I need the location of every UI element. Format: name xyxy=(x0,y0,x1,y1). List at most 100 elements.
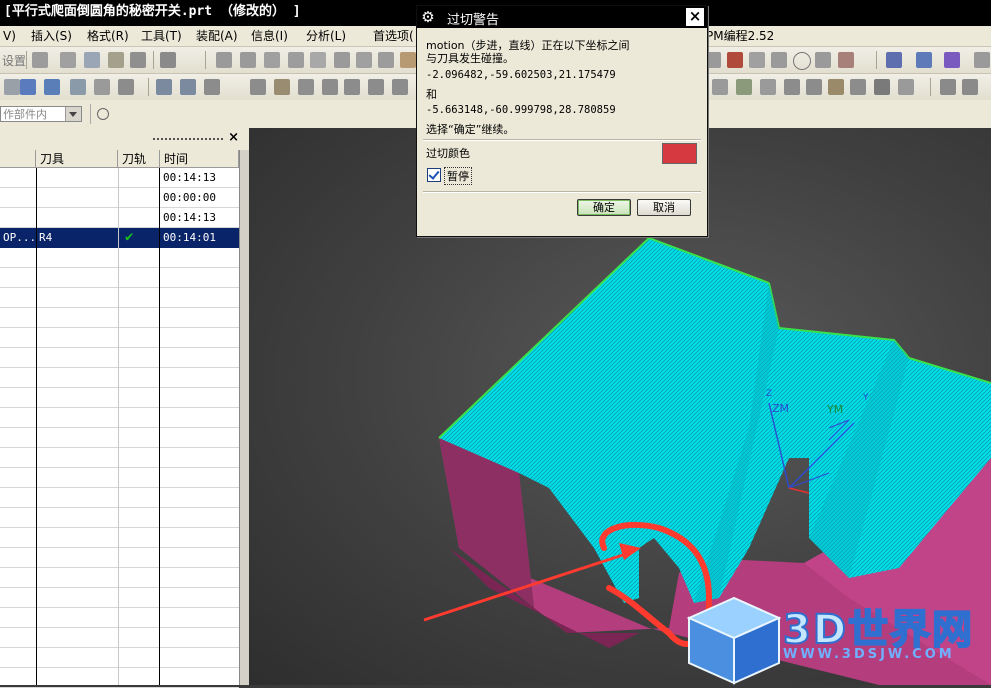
zoom-icon[interactable] xyxy=(20,79,36,95)
close-icon[interactable]: × xyxy=(686,8,704,26)
pause-checkbox[interactable] xyxy=(427,168,441,182)
column-header-time[interactable]: 时间 xyxy=(160,150,239,168)
hole-icon[interactable] xyxy=(310,52,326,68)
gouge-color-swatch[interactable] xyxy=(662,143,697,164)
copy-icon[interactable] xyxy=(84,52,100,68)
cut-icon[interactable] xyxy=(60,52,76,68)
render-style-icon[interactable] xyxy=(118,79,134,95)
blank-icon[interactable] xyxy=(874,79,890,95)
ok-button[interactable]: 确定 xyxy=(577,199,631,216)
row-tool xyxy=(36,188,118,208)
create-program-icon[interactable] xyxy=(156,79,172,95)
create-tool-icon[interactable] xyxy=(180,79,196,95)
blend-icon[interactable] xyxy=(334,52,350,68)
create-method-icon[interactable] xyxy=(250,79,266,95)
shell-icon[interactable] xyxy=(378,52,394,68)
create-operation-icon[interactable] xyxy=(274,79,290,95)
transform-icon[interactable] xyxy=(806,79,822,95)
cancel-button[interactable]: 取消 xyxy=(637,199,691,216)
scrollbar[interactable] xyxy=(240,150,249,685)
origin-marker xyxy=(788,487,810,494)
grid-snap-icon[interactable] xyxy=(749,52,765,68)
chamfer-icon[interactable] xyxy=(356,52,372,68)
dialog-title: 过切警告 xyxy=(447,13,500,28)
row-time: 00:14:13 xyxy=(163,171,216,184)
arc-icon[interactable] xyxy=(962,79,978,95)
postprocess-icon[interactable] xyxy=(392,79,408,95)
object-props-icon[interactable] xyxy=(784,79,800,95)
dialog-divider xyxy=(423,139,701,141)
dimension-icon[interactable] xyxy=(944,52,960,68)
column-divider xyxy=(36,168,37,685)
trim-icon[interactable] xyxy=(400,52,416,68)
axis-label-ym: YM xyxy=(826,403,843,416)
more-icon[interactable] xyxy=(974,52,990,68)
menu-insert[interactable]: 插入(S) xyxy=(31,26,72,46)
column-header-name[interactable] xyxy=(0,150,36,168)
exchange-icon[interactable] xyxy=(828,79,844,95)
row-name: OP... xyxy=(3,231,36,244)
line-icon[interactable] xyxy=(940,79,956,95)
toolbar-separator xyxy=(876,51,877,69)
row-tool: R4 xyxy=(39,231,53,244)
measure-icon[interactable] xyxy=(916,52,932,68)
pan-icon[interactable] xyxy=(70,79,86,95)
rotate-icon[interactable] xyxy=(44,79,60,95)
gear-icon[interactable]: ⚙ xyxy=(419,8,437,26)
row-tool xyxy=(36,208,118,228)
column-header-path[interactable]: 刀轨 xyxy=(118,150,160,168)
display-icon[interactable] xyxy=(850,79,866,95)
generate-path-icon[interactable] xyxy=(298,79,314,95)
gouge-warning-dialog: ⚙ 过切警告 × motion（步进，直线）正在以下坐标之间 与刀具发生碰撞。 … xyxy=(416,5,708,237)
list-path-icon[interactable] xyxy=(344,79,360,95)
toolbar-separator xyxy=(148,78,149,96)
create-geometry-icon[interactable] xyxy=(204,79,220,95)
close-icon[interactable]: × xyxy=(228,130,239,145)
dialog-prompt: 选择“确定”继续。 xyxy=(426,123,515,136)
view-orient-icon[interactable] xyxy=(94,79,110,95)
dialog-message-line2: 与刀具发生碰撞。 xyxy=(426,52,514,65)
snap-toggle-icon[interactable] xyxy=(97,108,109,120)
layer-icon[interactable] xyxy=(32,52,48,68)
fit-icon[interactable] xyxy=(4,79,20,95)
menu-preferences[interactable]: 首选项( xyxy=(373,26,414,46)
output-cls-icon[interactable] xyxy=(736,79,752,95)
menu-assembly[interactable]: 装配(A) xyxy=(196,26,238,46)
menu-analysis[interactable]: 分析(L) xyxy=(306,26,346,46)
replay-path-icon[interactable] xyxy=(322,79,338,95)
circle-snap-icon[interactable] xyxy=(793,52,811,70)
operation-navigator: × 刀具 刀轨 时间 00:14:13 00:00:00 00:14:13 OP… xyxy=(0,128,249,688)
revolve-icon[interactable] xyxy=(288,52,304,68)
info-icon[interactable] xyxy=(898,79,914,95)
selection-scope-select[interactable]: 作部件内 xyxy=(0,106,82,122)
settings-label[interactable]: 设置 xyxy=(2,52,26,69)
menu-tools[interactable]: 工具(T) xyxy=(141,26,182,46)
menu-info[interactable]: 信息(I) xyxy=(251,26,288,46)
column-header-tool[interactable]: 刀具 xyxy=(36,150,118,168)
verify-path-icon[interactable] xyxy=(368,79,384,95)
shop-doc-icon[interactable] xyxy=(712,79,728,95)
table-icon[interactable] xyxy=(886,52,902,68)
extrude-icon[interactable] xyxy=(264,52,280,68)
filter-icon[interactable] xyxy=(838,52,854,68)
feedrate-icon[interactable] xyxy=(760,79,776,95)
sketch-icon[interactable] xyxy=(216,52,232,68)
chevron-down-icon[interactable] xyxy=(65,107,81,121)
datum-icon[interactable] xyxy=(240,52,256,68)
menu-view[interactable]: V) xyxy=(3,26,16,46)
row-name xyxy=(0,168,36,188)
row-time: 00:14:13 xyxy=(163,211,216,224)
pause-label[interactable]: 暂停 xyxy=(444,167,472,185)
undo-icon[interactable] xyxy=(160,52,176,68)
dialog-titlebar[interactable]: ⚙ 过切警告 × xyxy=(417,6,707,28)
midpoint-icon[interactable] xyxy=(771,52,787,68)
axis-label-zm: ZM xyxy=(772,402,789,415)
snap-point-icon[interactable] xyxy=(727,52,743,68)
row-tool xyxy=(36,168,118,188)
panel-grip[interactable] xyxy=(153,138,223,142)
menu-format[interactable]: 格式(R) xyxy=(87,26,129,46)
paste-icon[interactable] xyxy=(108,52,124,68)
delete-icon[interactable] xyxy=(130,52,146,68)
tangent-snap-icon[interactable] xyxy=(815,52,831,68)
menu-pm-plugin[interactable]: PM编程2.52 xyxy=(706,26,774,46)
